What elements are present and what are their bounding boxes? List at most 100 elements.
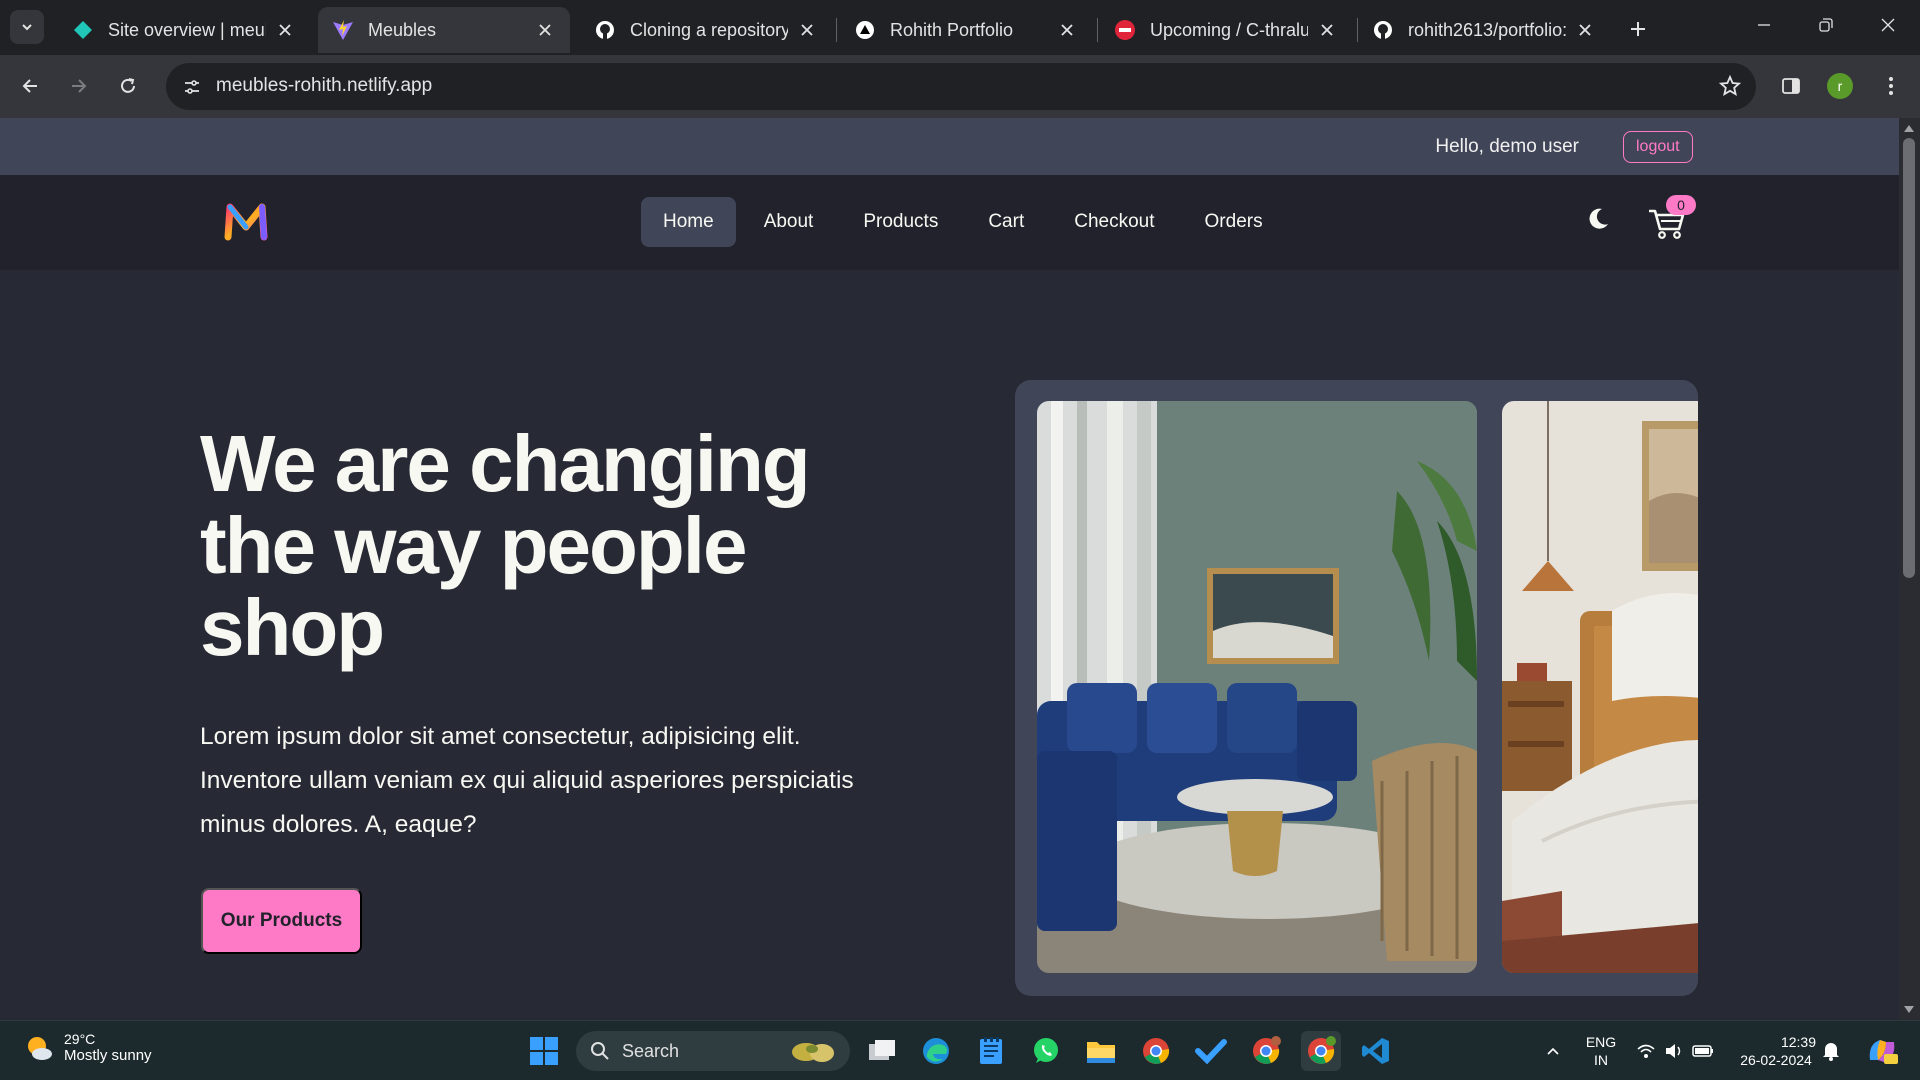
chrome-button[interactable] xyxy=(1136,1031,1176,1071)
minimize-icon xyxy=(1758,24,1770,26)
edge-icon xyxy=(923,1038,949,1064)
search-placeholder: Search xyxy=(622,1040,680,1061)
nav-orders[interactable]: Orders xyxy=(1183,197,1285,247)
taskbar-search[interactable]: Search xyxy=(576,1031,850,1071)
nav-checkout[interactable]: Checkout xyxy=(1052,197,1176,247)
github-icon xyxy=(594,19,616,41)
vscode-button[interactable] xyxy=(1356,1031,1396,1071)
clock[interactable]: 12:39 26-02-2024 xyxy=(1736,1033,1816,1069)
page-scrollbar[interactable] xyxy=(1899,118,1920,1020)
chevron-down-icon xyxy=(22,24,32,31)
hero-description: Lorem ipsum dolor sit amet consectetur, … xyxy=(200,723,854,838)
scroll-up-icon[interactable] xyxy=(1904,124,1914,132)
side-panel-button[interactable] xyxy=(1772,67,1810,105)
weather-text: Mostly sunny xyxy=(64,1047,152,1064)
profile-button[interactable]: r xyxy=(1821,67,1859,105)
language-indicator[interactable]: ENG IN xyxy=(1583,1033,1619,1069)
tab-separator xyxy=(836,18,837,42)
nav-cart[interactable]: Cart xyxy=(966,197,1046,247)
start-button[interactable] xyxy=(524,1031,564,1071)
tab-site-overview[interactable]: Site overview | meuble xyxy=(58,7,310,53)
address-bar[interactable]: meubles-rohith.netlify.app xyxy=(166,63,1756,110)
restore-button[interactable] xyxy=(1796,0,1856,50)
todo-button[interactable] xyxy=(1191,1031,1231,1071)
battery-icon xyxy=(1692,1045,1713,1057)
minimize-button[interactable] xyxy=(1734,0,1794,50)
scroll-thumb[interactable] xyxy=(1903,138,1915,578)
living-room-image xyxy=(1037,401,1477,973)
more-vertical-icon xyxy=(1889,77,1893,95)
logout-button[interactable]: logout xyxy=(1623,131,1693,163)
search-highlight-icon xyxy=(792,1043,834,1062)
meubles-logo[interactable] xyxy=(224,201,268,241)
reload-button[interactable] xyxy=(109,67,147,105)
tab-github-portfolio[interactable]: rohith2613/portfolio: I xyxy=(1358,7,1610,53)
browser-toolbar: meubles-rohith.netlify.app r xyxy=(0,55,1920,118)
tab-cloning-repository[interactable]: Cloning a repository - xyxy=(580,7,832,53)
nav-home[interactable]: Home xyxy=(641,197,736,247)
show-hidden-icons-button[interactable] xyxy=(1533,1031,1573,1071)
cart-count-badge: 0 xyxy=(1666,195,1696,215)
weather-widget[interactable]: 29°C Mostly sunny xyxy=(24,1031,152,1064)
close-tab-icon[interactable] xyxy=(1574,19,1596,41)
close-tab-icon[interactable] xyxy=(796,19,818,41)
close-tab-icon[interactable] xyxy=(534,19,556,41)
main-nav: Home About Products Cart Checkout Orders xyxy=(641,197,1285,247)
notepad-button[interactable] xyxy=(971,1031,1011,1071)
user-greeting: Hello, demo user xyxy=(1435,136,1579,157)
notifications-button[interactable] xyxy=(1816,1031,1846,1071)
time-text: 12:39 xyxy=(1780,1034,1816,1050)
partly-sunny-icon xyxy=(28,1036,52,1060)
edge-button[interactable] xyxy=(916,1031,956,1071)
close-tab-icon[interactable] xyxy=(1056,19,1078,41)
tab-meubles[interactable]: Meubles xyxy=(318,7,570,53)
scroll-down-icon[interactable] xyxy=(1904,1006,1914,1014)
forward-button[interactable] xyxy=(60,67,98,105)
task-view-icon xyxy=(869,1040,895,1060)
site-navbar: Home About Products Cart Checkout Orders… xyxy=(0,175,1899,270)
copilot-icon xyxy=(1869,1040,1898,1064)
tab-rohith-portfolio[interactable]: Rohith Portfolio xyxy=(840,7,1092,53)
github-icon xyxy=(1372,19,1394,41)
close-tab-icon[interactable] xyxy=(1316,19,1338,41)
tab-separator xyxy=(1097,18,1098,42)
vite-icon xyxy=(332,19,354,41)
arrow-right-icon xyxy=(72,79,87,93)
volume-icon xyxy=(1666,1044,1681,1058)
wifi-icon xyxy=(1637,1044,1655,1058)
url-text[interactable]: meubles-rohith.netlify.app xyxy=(216,75,432,97)
close-tab-icon[interactable] xyxy=(274,19,296,41)
avatar: r xyxy=(1827,73,1853,99)
windows-logo-icon xyxy=(530,1037,558,1065)
task-view-button[interactable] xyxy=(862,1031,902,1071)
copilot-button[interactable] xyxy=(1862,1031,1902,1071)
search-icon xyxy=(591,1042,609,1060)
hero-carousel[interactable] xyxy=(1015,380,1698,996)
chrome-profile-button[interactable] xyxy=(1246,1031,1286,1071)
restore-icon xyxy=(1819,18,1833,32)
bell-icon xyxy=(1823,1043,1839,1061)
bedroom-image xyxy=(1502,401,1698,973)
user-bar: Hello, demo user logout xyxy=(0,118,1899,175)
chrome-active-button[interactable] xyxy=(1301,1031,1341,1071)
tab-upcoming[interactable]: Upcoming / C-thralu xyxy=(1100,7,1352,53)
file-explorer-button[interactable] xyxy=(1081,1031,1121,1071)
bookmark-star-icon[interactable] xyxy=(1718,74,1742,103)
system-status-button[interactable] xyxy=(1630,1031,1720,1071)
back-button[interactable] xyxy=(11,67,49,105)
theme-toggle-button[interactable] xyxy=(1582,203,1614,235)
tab-search-button[interactable] xyxy=(10,10,44,44)
nav-products[interactable]: Products xyxy=(841,197,960,247)
whatsapp-icon xyxy=(1034,1038,1058,1063)
notepad-icon xyxy=(980,1037,1002,1064)
site-info-icon[interactable] xyxy=(178,73,206,101)
new-tab-button[interactable] xyxy=(1622,13,1654,45)
close-window-button[interactable] xyxy=(1858,0,1918,50)
nav-about[interactable]: About xyxy=(742,197,836,247)
chrome-icon xyxy=(1308,1036,1336,1064)
browser-menu-button[interactable] xyxy=(1872,67,1910,105)
our-products-button[interactable]: Our Products xyxy=(201,888,362,954)
side-panel-icon xyxy=(1782,78,1800,94)
whatsapp-button[interactable] xyxy=(1026,1031,1066,1071)
moon-icon xyxy=(1589,208,1608,229)
